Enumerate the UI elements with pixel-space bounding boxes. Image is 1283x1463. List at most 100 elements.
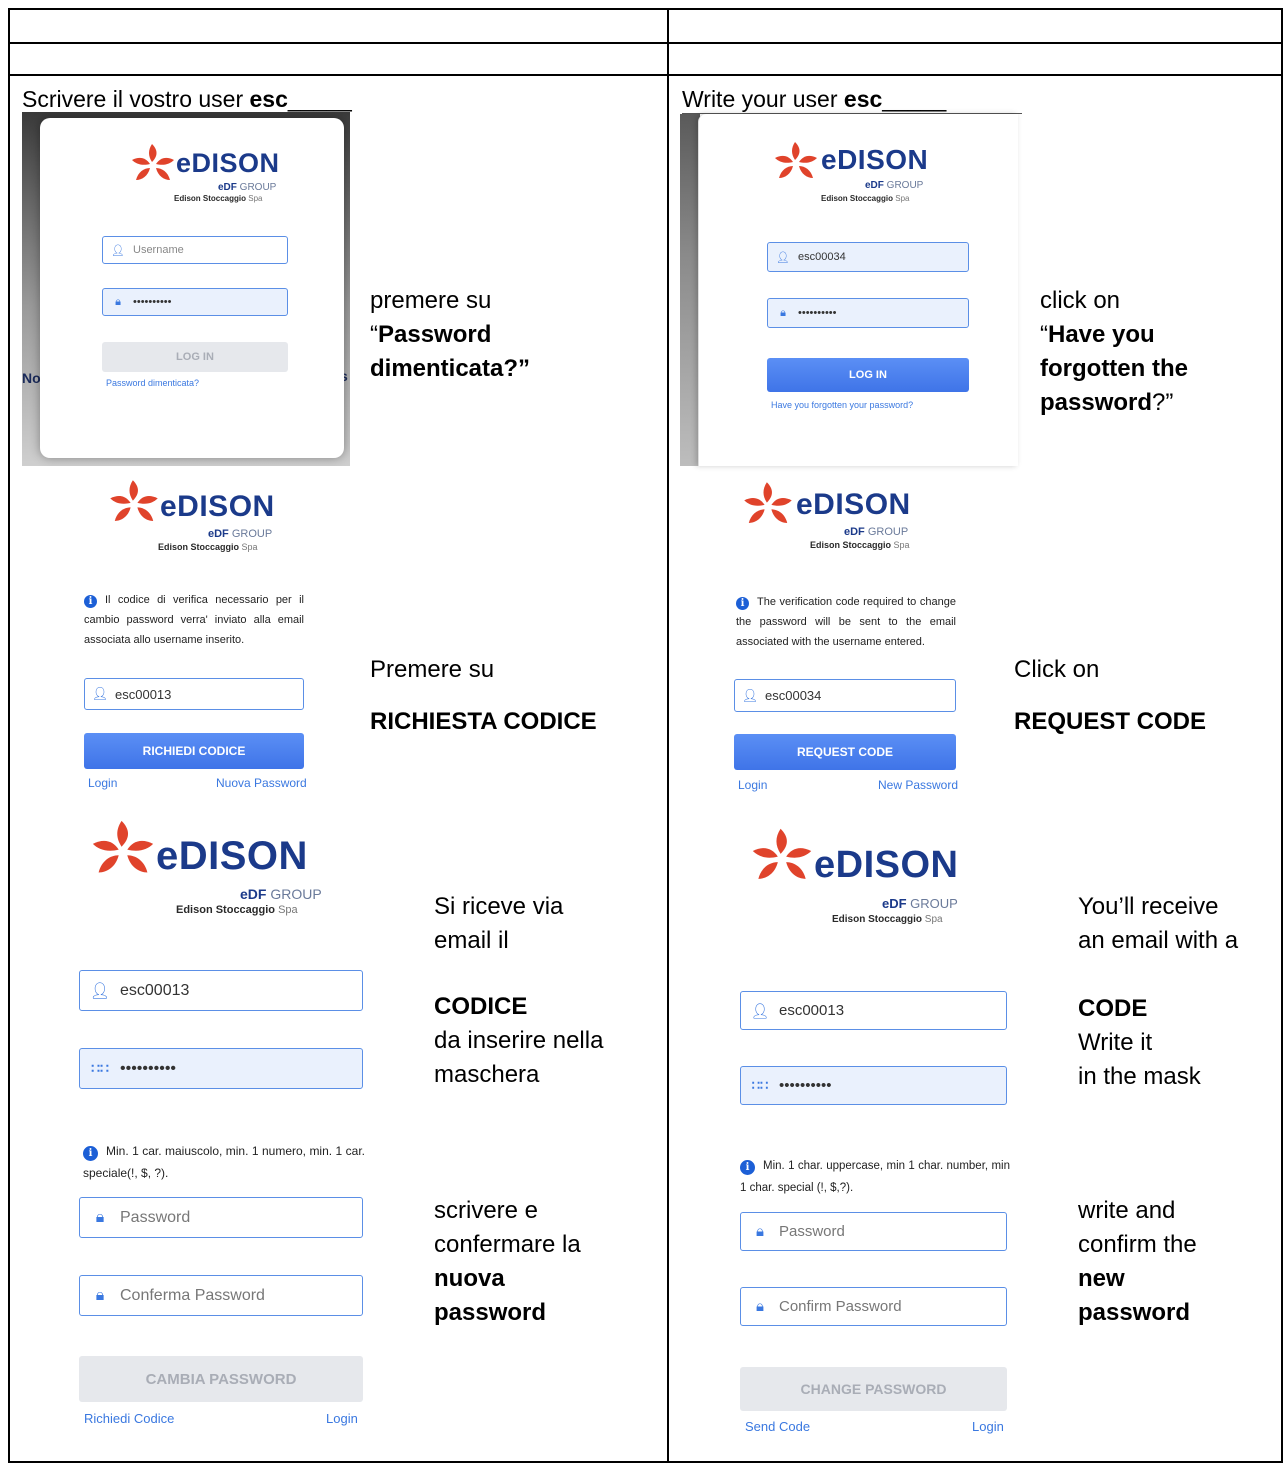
- company-label: Edison Stoccaggio Spa: [821, 194, 910, 203]
- user-icon: 👤︎: [91, 686, 109, 701]
- login-button[interactable]: LOG IN: [767, 358, 969, 392]
- step3-instruction-code: CODICE da inserire nella maschera: [434, 993, 604, 1088]
- step3-instruction-password: scrivere e confermare la nuova password: [434, 1197, 581, 1326]
- company-label: Edison Stoccaggio Spa: [810, 540, 910, 550]
- user-icon: 👤︎: [776, 251, 790, 264]
- step1-instruction: click on “Have you forgotten the passwor…: [1040, 287, 1188, 416]
- username-input[interactable]: 👤︎ esc00013: [84, 678, 304, 710]
- edf-group-label: eDF GROUP: [240, 886, 322, 902]
- edison-flower-icon: [744, 482, 792, 523]
- info-icon: i: [84, 595, 97, 608]
- user-icon: 👤︎: [750, 1002, 770, 1020]
- password-input[interactable]: 🔒︎ ••••••••••: [102, 288, 288, 316]
- username-input[interactable]: 👤︎ Username: [102, 236, 288, 264]
- keypad-icon: ∷∷: [751, 1077, 769, 1093]
- edison-flower-icon: [752, 828, 812, 879]
- user-icon: 👤︎: [741, 687, 759, 703]
- request-code-link[interactable]: Richiedi Codice: [84, 1411, 174, 1426]
- keypad-icon: ∷∷: [91, 1060, 109, 1076]
- request-code-button[interactable]: RICHIEDI CODICE: [84, 733, 304, 769]
- send-code-link[interactable]: Send Code: [745, 1419, 810, 1434]
- edf-group-label: eDF GROUP: [218, 182, 277, 193]
- request-code-button[interactable]: REQUEST CODE: [734, 734, 956, 770]
- lock-icon: 🔒︎: [115, 295, 121, 308]
- login-card: eDISON eDF GROUP Edison Stoccaggio Spa 👤…: [40, 118, 344, 458]
- user-icon: 👤︎: [89, 982, 111, 1000]
- new-password-link[interactable]: New Password: [878, 778, 958, 792]
- edison-logo: eDISON eDF GROUP Edison Stoccaggio Spa: [130, 142, 280, 212]
- login-link[interactable]: Login: [88, 776, 117, 790]
- info-icon: i: [83, 1146, 98, 1161]
- info-message: i Il codice di verifica necessario per il…: [84, 594, 304, 646]
- row-divider: [8, 74, 1283, 76]
- change-password-button[interactable]: CAMBIA PASSWORD: [79, 1356, 363, 1402]
- step3-instruction-password: write and confirm the new password: [1078, 1197, 1197, 1326]
- verification-code-input[interactable]: ∷∷ ••••••••••: [79, 1048, 363, 1089]
- column-divider: [667, 8, 669, 1463]
- login-button[interactable]: LOG IN: [102, 342, 288, 372]
- company-label: Edison Stoccaggio Spa: [174, 194, 263, 203]
- step3-instruction-receive: You’ll receive an email with a: [1078, 893, 1239, 954]
- forgot-password-link[interactable]: Password dimenticata?: [106, 378, 199, 388]
- lock-icon: 🔒︎: [756, 1223, 764, 1240]
- company-label: Edison Stoccaggio Spa: [832, 914, 943, 925]
- forgot-password-link[interactable]: Have you forgotten your password?: [771, 400, 913, 410]
- edison-logo: eDISON eDF GROUP Edison Stoccaggio Spa: [108, 478, 278, 558]
- edf-group-label: eDF GROUP: [882, 896, 958, 911]
- password-rules-info: i Min. 1 char. uppercase, min 1 char. num…: [740, 1160, 1010, 1194]
- username-input[interactable]: 👤︎ esc00013: [79, 970, 363, 1011]
- edison-logo: eDISON eDF GROUP Edison Stoccaggio Spa: [750, 826, 980, 926]
- edison-wordmark: eDISON: [814, 844, 959, 886]
- login-link[interactable]: Login: [738, 778, 767, 792]
- username-input[interactable]: 👤︎ esc00034: [767, 242, 969, 272]
- step2-instruction: Premere su RICHIESTA CODICE: [370, 656, 597, 735]
- confirm-password-input[interactable]: 🔒︎ Confirm Password: [740, 1287, 1007, 1326]
- step3-instruction-receive: Si riceve via email il: [434, 893, 564, 954]
- change-password-button[interactable]: CHANGE PASSWORD: [740, 1367, 1007, 1411]
- verification-code-input[interactable]: ∷∷ ••••••••••: [740, 1066, 1007, 1105]
- info-icon: i: [736, 597, 749, 610]
- edison-wordmark: eDISON: [796, 488, 911, 521]
- row-divider: [8, 42, 1283, 44]
- edison-logo: eDISON eDF GROUP Edison Stoccaggio Spa: [742, 480, 932, 560]
- edison-flower-icon: [775, 142, 817, 178]
- new-password-input[interactable]: 🔒︎ Password: [79, 1197, 363, 1238]
- edison-flower-icon: [92, 820, 154, 873]
- edison-flower-icon: [132, 144, 174, 180]
- edison-wordmark: eDISON: [156, 834, 308, 878]
- right-column-title: Write your user esc_____: [682, 86, 947, 112]
- login-card: eDISON eDF GROUP Edison Stoccaggio Spa 👤…: [698, 114, 1018, 466]
- edison-wordmark: eDISON: [176, 148, 280, 178]
- edison-flower-icon: [110, 480, 158, 521]
- edf-group-label: eDF GROUP: [844, 526, 909, 538]
- edison-logo: eDISON eDF GROUP Edison Stoccaggio Spa: [90, 818, 330, 918]
- new-password-input[interactable]: 🔒︎ Password: [740, 1212, 1007, 1251]
- step2-instruction: Click on REQUEST CODE: [1014, 656, 1207, 735]
- new-password-link[interactable]: Nuova Password: [216, 776, 307, 790]
- info-icon: i: [740, 1160, 755, 1175]
- edison-wordmark: eDISON: [160, 490, 275, 523]
- lock-icon: 🔒︎: [95, 1286, 105, 1304]
- edison-wordmark: eDISON: [821, 144, 929, 175]
- lock-icon: 🔒︎: [756, 1298, 764, 1315]
- info-message: i The verification code required to chang…: [736, 596, 956, 648]
- confirm-password-input[interactable]: 🔒︎ Conferma Password: [79, 1275, 363, 1316]
- edf-group-label: eDF GROUP: [865, 180, 924, 191]
- user-icon: 👤︎: [111, 244, 125, 257]
- background-text-fragment: No: [22, 370, 41, 386]
- lock-icon: 🔒︎: [95, 1208, 105, 1226]
- left-column-title: Scrivere il vostro user esc_____: [22, 86, 352, 112]
- step3-instruction-code: CODE Write it in the mask: [1078, 995, 1201, 1090]
- edison-logo: eDISON eDF GROUP Edison Stoccaggio Spa: [773, 140, 943, 210]
- login-link[interactable]: Login: [326, 1411, 358, 1426]
- login-screenshot: No s eDISON eDF GROUP Edison Stoccaggio …: [22, 112, 350, 466]
- login-link[interactable]: Login: [972, 1419, 1004, 1434]
- username-input[interactable]: 👤︎ esc00034: [734, 679, 956, 712]
- lock-icon: 🔒︎: [780, 306, 786, 319]
- password-rules-info: i Min. 1 car. maiuscolo, min. 1 numero, m…: [83, 1144, 365, 1180]
- step1-instruction: premere su “Password dimenticata?”: [370, 287, 531, 382]
- username-input[interactable]: 👤︎ esc00013: [740, 991, 1007, 1030]
- password-input[interactable]: 🔒︎ ••••••••••: [767, 298, 969, 328]
- company-label: Edison Stoccaggio Spa: [176, 904, 298, 916]
- edf-group-label: eDF GROUP: [208, 528, 273, 540]
